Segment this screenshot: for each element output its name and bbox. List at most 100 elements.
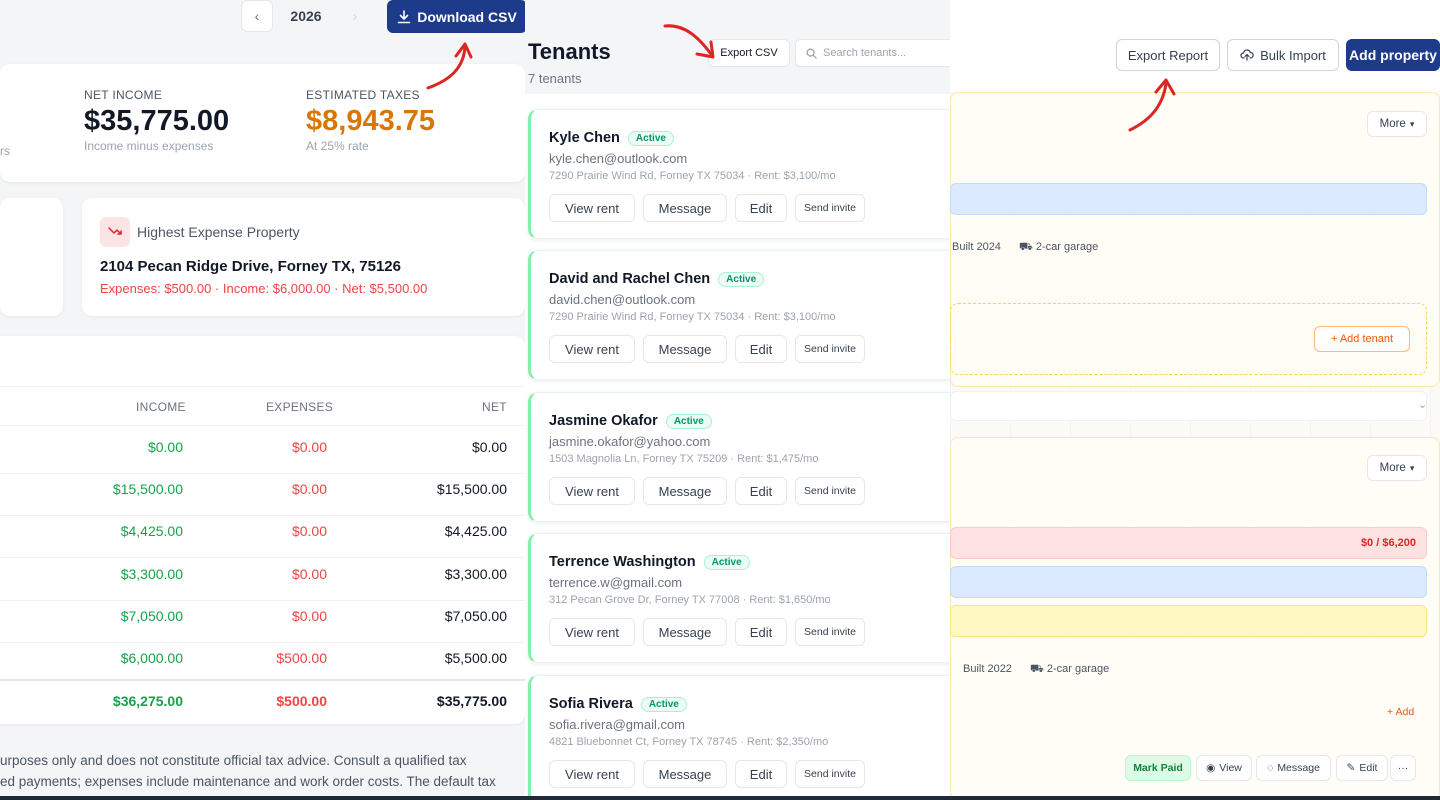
message-button[interactable]: ◌ Message xyxy=(1256,755,1331,781)
edit-button[interactable]: Edit xyxy=(735,194,787,222)
row-income: $4,425.00 xyxy=(120,523,183,539)
export-report-button[interactable]: Export Report xyxy=(1116,39,1220,71)
tenant-email: terrence.w@gmail.com xyxy=(549,575,683,590)
tenant-email: david.chen@outlook.com xyxy=(549,292,696,307)
total-expenses: $500.00 xyxy=(276,693,327,709)
garage-label: 2-car garage xyxy=(1035,241,1099,253)
table-row-divider xyxy=(0,600,525,601)
bulk-import-button[interactable]: Bulk Import xyxy=(1227,39,1339,71)
tenant-actions: View rent Message Edit Send invite xyxy=(549,760,865,788)
tenant-address: 7290 Prairie Wind Rd, Forney TX 75034 · … xyxy=(549,311,836,323)
message-button[interactable]: Message xyxy=(643,618,727,646)
message-button[interactable]: Message xyxy=(643,335,727,363)
tenant-card[interactable]: David and Rachel Chen Active david.chen@ou… xyxy=(528,250,950,380)
download-csv-label: Download CSV xyxy=(417,8,517,25)
tenant-address: 7290 Prairie Wind Rd, Forney TX 75034 · … xyxy=(549,170,836,182)
garage-info: ⛟ 2-car garage xyxy=(1030,663,1109,677)
properties-panel: Export Report Bulk Import Add property M… xyxy=(950,0,1440,800)
edit-button[interactable]: ✎ Edit xyxy=(1336,755,1388,781)
disclaimer-line: urposes only and does not constitute off… xyxy=(0,753,467,768)
tenant-card[interactable]: Terrence Washington Active terrence.w@gmai… xyxy=(528,533,950,663)
tenant-card[interactable]: Kyle Chen Active kyle.chen@outlook.com 7290… xyxy=(528,109,950,239)
more-button[interactable]: More ▾ xyxy=(1367,455,1427,481)
finance-panel: ‹ 2026 › Download CSV rs NET INCOME $35,… xyxy=(0,0,525,800)
table-row-divider xyxy=(0,642,525,643)
export-csv-button[interactable]: Export CSV xyxy=(708,39,790,67)
tenant-name: Sofia Rivera xyxy=(549,696,633,712)
tenant-card[interactable]: Jasmine Okafor Active jasmine.okafor@yahoo… xyxy=(528,392,950,522)
message-button[interactable]: Message xyxy=(643,194,727,222)
status-badge: Active xyxy=(665,413,712,429)
view-button[interactable]: ◉ View xyxy=(1196,755,1252,781)
view-rent-button[interactable]: View rent xyxy=(549,477,635,505)
rent-status-bar: $0 / $6,200 xyxy=(950,527,1427,559)
send-invite-button[interactable]: Send invite xyxy=(795,760,865,788)
net-header: NET xyxy=(482,400,507,414)
estimated-taxes-value: $8,943.75 xyxy=(306,105,436,137)
highest-expense-address: 2104 Pecan Ridge Drive, Forney TX, 75126 xyxy=(100,258,401,275)
net-income-stat: NET INCOME $35,775.00 Income minus expen… xyxy=(84,88,229,153)
row-net: $4,425.00 xyxy=(444,523,507,539)
tenant-name: Kyle Chen xyxy=(549,130,620,146)
add-tenant-button[interactable]: + Add tenant xyxy=(1314,326,1410,352)
download-csv-button[interactable]: Download CSV xyxy=(387,0,525,33)
tenants-title: Tenants xyxy=(528,39,611,64)
edit-button[interactable]: Edit xyxy=(735,760,787,788)
table-row-divider xyxy=(0,473,525,474)
send-invite-button[interactable]: Send invite xyxy=(795,194,865,222)
more-label: More xyxy=(1379,462,1406,474)
row-expenses: $0.00 xyxy=(291,566,327,582)
tenant-email: kyle.chen@outlook.com xyxy=(549,151,688,166)
tenants-panel: Tenants 7 tenants Export CSV Search tena… xyxy=(525,0,950,800)
chevron-down-icon[interactable]: ⌄ xyxy=(1418,398,1427,411)
tenant-address: 1503 Magnolia Ln, Forney TX 75209 · Rent… xyxy=(549,453,819,465)
chevron-right-icon: › xyxy=(352,8,358,24)
next-year-button[interactable]: › xyxy=(339,0,371,32)
tenant-address: 312 Pecan Grove Dr, Forney TX 77008 · Re… xyxy=(549,594,831,606)
view-rent-button[interactable]: View rent xyxy=(549,194,635,222)
chevron-left-icon: ‹ xyxy=(254,8,260,24)
view-rent-button[interactable]: View rent xyxy=(549,760,635,788)
send-invite-button[interactable]: Send invite xyxy=(795,477,865,505)
status-badge: Active xyxy=(718,271,765,287)
overflow-menu-button[interactable]: ··· xyxy=(1390,755,1416,781)
edit-button[interactable]: Edit xyxy=(735,477,787,505)
edit-button[interactable]: Edit xyxy=(735,335,787,363)
property-meta: Built 2022 ⛟ 2-car garage xyxy=(963,663,1109,677)
row-net: $3,300.00 xyxy=(444,566,507,582)
collapsed-section[interactable] xyxy=(950,391,1427,421)
row-net: $5,500.00 xyxy=(444,650,507,666)
tenant-name: Terrence Washington xyxy=(549,554,696,570)
edit-label: Edit xyxy=(1359,762,1378,774)
message-button[interactable]: Message xyxy=(643,477,727,505)
send-invite-button[interactable]: Send invite xyxy=(795,618,865,646)
garage-label: 2-car garage xyxy=(1046,663,1110,675)
mark-paid-button[interactable]: Mark Paid xyxy=(1125,755,1191,781)
car-icon: ⛟ xyxy=(1018,241,1033,253)
add-property-button[interactable]: Add property xyxy=(1346,39,1440,71)
tenant-name-row: Sofia Rivera Active xyxy=(549,696,687,712)
add-link[interactable]: + Add xyxy=(1387,706,1414,718)
info-bar xyxy=(950,183,1427,215)
disclaimer-line: ed payments; expenses include maintenanc… xyxy=(0,774,496,789)
tax-disclaimer: urposes only and does not constitute off… xyxy=(0,750,496,792)
tenant-card[interactable]: Sofia Rivera Active sofia.rivera@gmail.com… xyxy=(528,675,950,800)
edit-button[interactable]: Edit xyxy=(735,618,787,646)
search-placeholder: Search tenants... xyxy=(823,47,907,59)
message-button[interactable]: Message xyxy=(643,760,727,788)
more-button[interactable]: More ▾ xyxy=(1367,111,1427,137)
row-net: $0.00 xyxy=(471,439,507,455)
row-income: $7,050.00 xyxy=(120,608,183,624)
more-label: More xyxy=(1379,118,1406,130)
search-input[interactable]: Search tenants... xyxy=(795,39,950,67)
download-icon xyxy=(397,9,411,23)
view-rent-button[interactable]: View rent xyxy=(549,335,635,363)
tenant-email: sofia.rivera@gmail.com xyxy=(549,717,686,732)
built-year: Built 2024 xyxy=(952,241,1001,253)
eye-icon: ◉ xyxy=(1206,762,1216,774)
info-bar xyxy=(950,566,1427,598)
prev-year-button[interactable]: ‹ xyxy=(241,0,273,32)
row-expenses: $0.00 xyxy=(291,608,327,624)
view-rent-button[interactable]: View rent xyxy=(549,618,635,646)
send-invite-button[interactable]: Send invite xyxy=(795,335,865,363)
